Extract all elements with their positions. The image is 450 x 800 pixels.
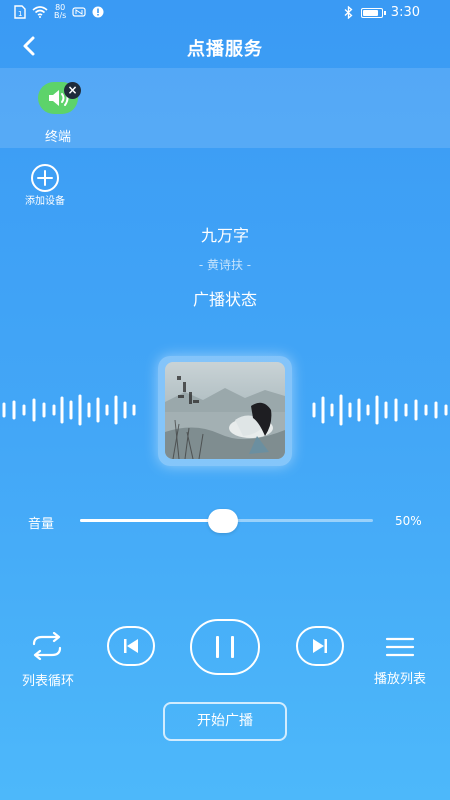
status-time: 3:30 xyxy=(390,5,420,20)
start-broadcast-button[interactable]: 开始广播 xyxy=(163,702,287,741)
broadcast-status: 广播状态 xyxy=(192,290,257,309)
nfc-icon xyxy=(72,7,86,17)
notification-icon xyxy=(92,6,104,18)
playlist-label[interactable]: 播放列表 xyxy=(362,668,438,687)
battery-level xyxy=(362,9,378,16)
sim-card-icon: 1 xyxy=(14,5,26,19)
net-speed: 80 B/s xyxy=(54,4,66,20)
close-icon[interactable]: × xyxy=(64,82,81,99)
volume-slider-thumb[interactable] xyxy=(207,509,238,533)
volume-fill xyxy=(80,519,212,522)
volume-percent: 50% xyxy=(395,514,422,528)
menu-icon[interactable] xyxy=(385,636,415,658)
battery-icon xyxy=(360,7,386,18)
skip-previous-icon xyxy=(124,639,138,653)
pause-icon xyxy=(216,636,234,658)
sound-wave-left xyxy=(2,394,136,426)
bluetooth-icon xyxy=(344,6,353,19)
song-title: 九万字 xyxy=(200,226,249,245)
svg-text:1: 1 xyxy=(18,10,22,18)
device-label: 终端 xyxy=(44,130,71,145)
repeat-icon[interactable] xyxy=(28,632,66,660)
next-button[interactable] xyxy=(296,626,344,666)
net-speed-unit: B/s xyxy=(54,11,67,20)
skip-next-icon xyxy=(313,639,327,653)
pause-button[interactable] xyxy=(190,619,260,675)
page-title: 点播服务 xyxy=(187,39,263,60)
previous-button[interactable] xyxy=(107,626,155,666)
volume-label: 音量 xyxy=(28,517,55,532)
status-bar-left: 1 80 B/s xyxy=(14,4,104,20)
status-bar: 1 80 B/s 3:30 xyxy=(0,0,450,24)
album-cover-image xyxy=(165,362,285,459)
status-bar-right: 3:30 xyxy=(344,5,420,20)
wifi-icon xyxy=(32,6,48,18)
loop-mode-label[interactable]: 列表循环 xyxy=(10,670,86,689)
sound-wave-right xyxy=(312,394,448,426)
plus-circle-icon[interactable] xyxy=(30,163,60,193)
add-device-label[interactable]: 添加设备 xyxy=(14,192,76,207)
song-artist: - 黄诗扶 - xyxy=(198,258,252,272)
